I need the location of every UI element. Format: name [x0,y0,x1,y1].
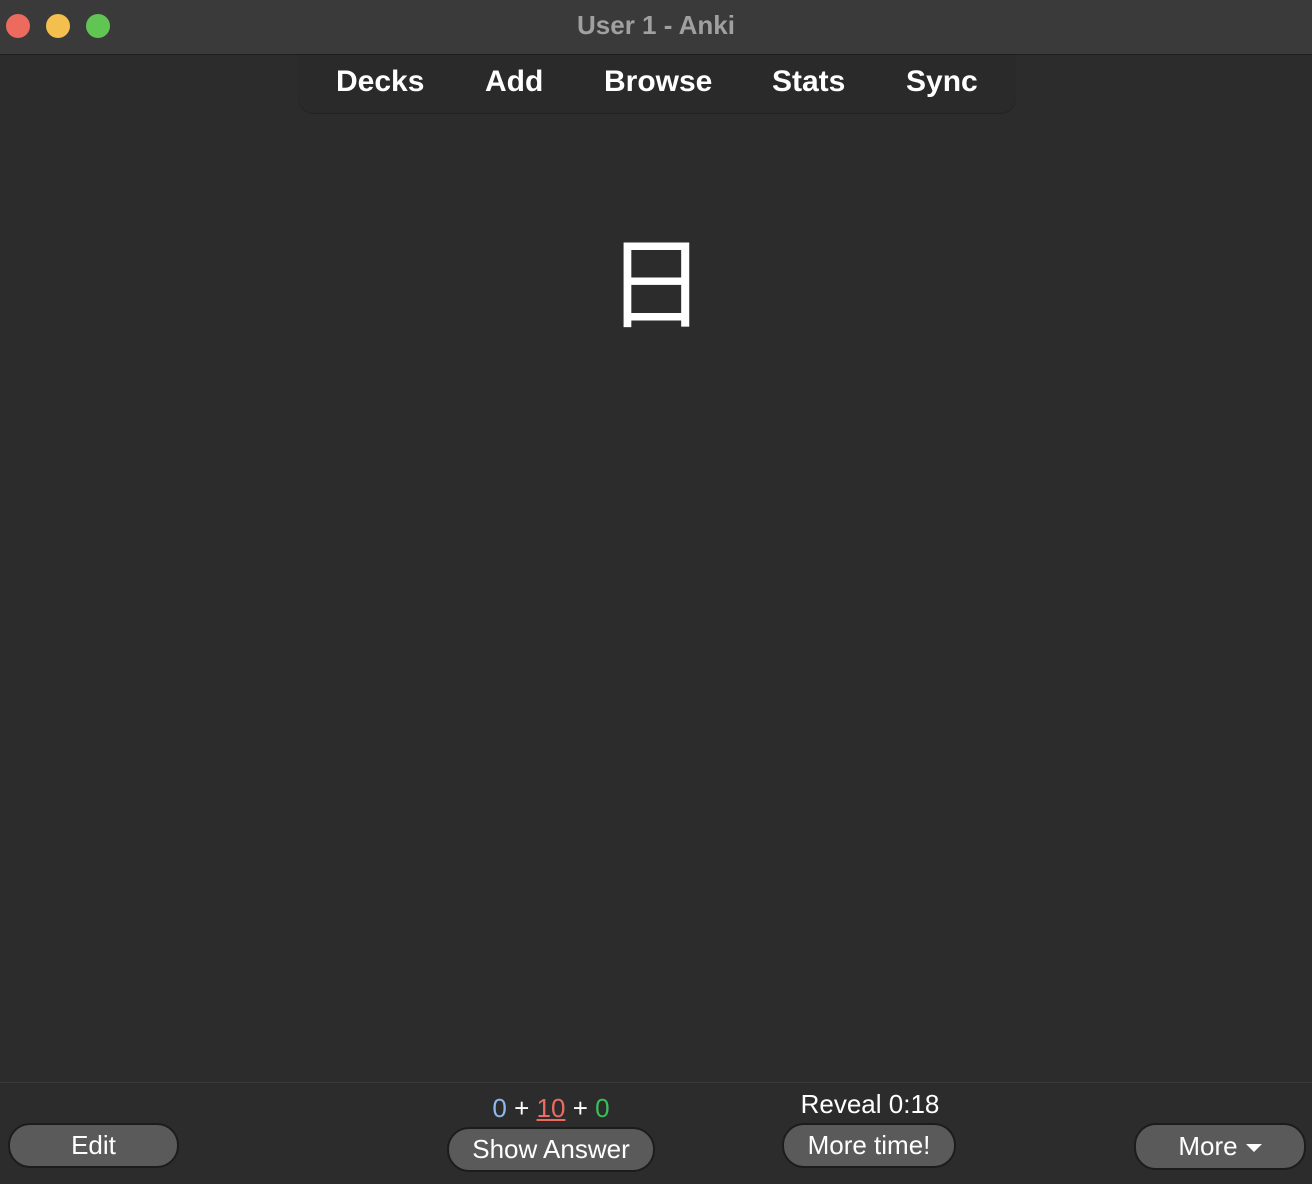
edit-button[interactable]: Edit [8,1123,179,1168]
more-button-label: More [1178,1131,1238,1161]
toolbar-browse-link[interactable]: Browse [604,65,712,99]
card-counts: 0 + 10 + 0 [447,1093,655,1124]
toolbar-decks-link[interactable]: Decks [336,65,424,99]
title-bar[interactable]: User 1 - Anki [0,0,1312,55]
more-menu-button[interactable]: More [1134,1123,1306,1170]
caret-down-icon [1245,1144,1262,1153]
count-separator: + [572,1093,588,1123]
more-time-button[interactable]: More time! [782,1123,956,1168]
new-count: 0 [492,1093,507,1123]
toolbar-add-link[interactable]: Add [485,65,543,99]
window-title: User 1 - Anki [577,10,735,40]
anki-window: User 1 - Anki Decks Add Browse Stats Syn… [0,0,1312,1184]
learn-count: 10 [536,1093,566,1123]
count-separator: + [514,1093,530,1123]
review-count: 0 [595,1093,610,1123]
main-toolbar: Decks Add Browse Stats Sync [298,55,1016,113]
toolbar-stats-link[interactable]: Stats [772,65,845,99]
show-answer-button[interactable]: Show Answer [447,1127,655,1172]
card-content: 日 [0,114,1312,1082]
toolbar-sync-link[interactable]: Sync [906,65,978,99]
reveal-timer: Reveal 0:18 [800,1089,940,1119]
reviewer-bottom-bar: Edit 0 + 10 + 0 Show Answer Reveal 0:18 … [0,1082,1312,1184]
card-front-text: 日 [606,227,706,344]
